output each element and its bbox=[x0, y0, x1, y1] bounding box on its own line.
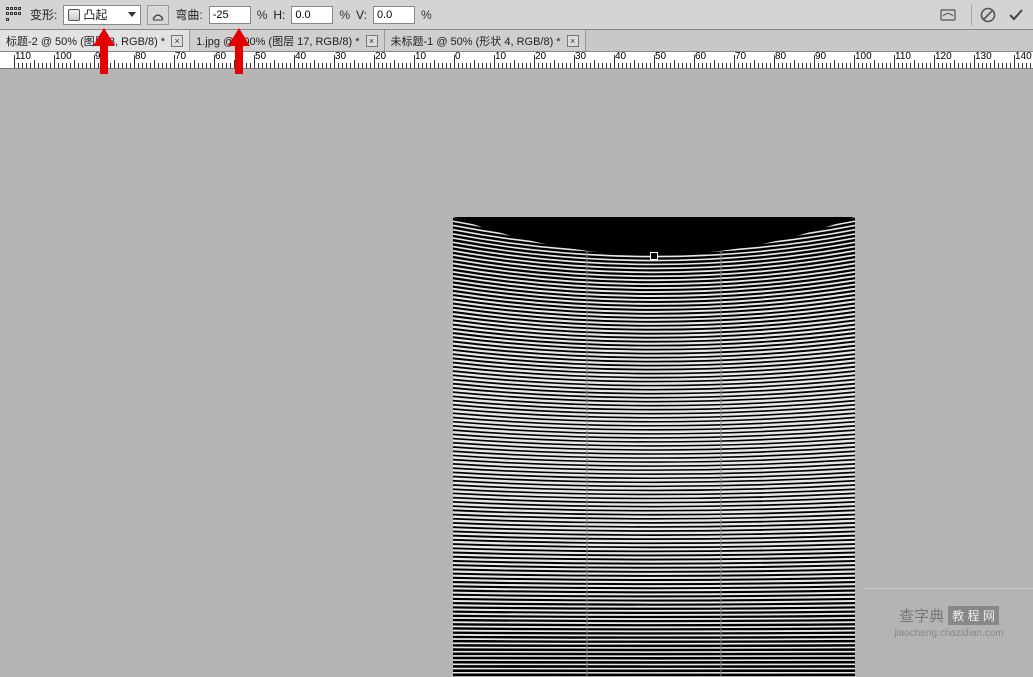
warp-center-handle[interactable] bbox=[650, 252, 658, 260]
bulge-preset-icon bbox=[68, 9, 80, 21]
v-distort-label: V: bbox=[356, 8, 367, 22]
ruler-label: 110 bbox=[895, 52, 911, 62]
tab-close-button[interactable]: × bbox=[171, 35, 183, 47]
ruler-label: 50 bbox=[255, 52, 266, 62]
warp-label: 变形: bbox=[30, 6, 57, 23]
warp-style-value: 凸起 bbox=[83, 6, 107, 23]
document-tab[interactable]: 1.jpg @ 100% (图层 17, RGB/8) * × bbox=[190, 30, 384, 51]
ruler-label: 70 bbox=[175, 52, 186, 62]
h-distort-input[interactable] bbox=[291, 6, 333, 24]
chevron-down-icon bbox=[128, 12, 136, 17]
watermark-main: 查字典 bbox=[899, 605, 944, 626]
warp-style-dropdown[interactable]: 凸起 bbox=[63, 5, 141, 25]
ruler-label: 130 bbox=[975, 52, 992, 62]
canvas-area[interactable] bbox=[0, 69, 1033, 654]
ruler-label: 100 bbox=[55, 52, 72, 62]
commit-transform-button[interactable] bbox=[1003, 4, 1029, 26]
ruler-label: 90 bbox=[95, 52, 106, 62]
ruler-label: 20 bbox=[535, 52, 546, 62]
toggle-freeform-button[interactable] bbox=[935, 4, 961, 26]
ruler-label: 120 bbox=[935, 52, 952, 62]
ruler-label: 40 bbox=[615, 52, 626, 62]
ruler-label: 110 bbox=[15, 52, 31, 62]
tab-close-button[interactable]: × bbox=[366, 35, 378, 47]
document-tab[interactable]: 标题-2 @ 50% (图层 3, RGB/8) * × bbox=[0, 30, 190, 51]
ruler-label: 90 bbox=[815, 52, 826, 62]
bend-label: 弯曲: bbox=[175, 6, 202, 23]
h-distort-label: H: bbox=[273, 8, 285, 22]
v-distort-input[interactable] bbox=[373, 6, 415, 24]
warp-orientation-button[interactable] bbox=[147, 5, 169, 25]
tab-close-button[interactable]: × bbox=[567, 35, 579, 47]
ruler-label: 80 bbox=[775, 52, 786, 62]
cancel-transform-button[interactable] bbox=[971, 4, 997, 26]
bend-pct: % bbox=[257, 8, 268, 22]
watermark: 查字典 教 程 网 jiaocheng.chazidian.com bbox=[865, 588, 1033, 654]
ruler-label: 20 bbox=[375, 52, 386, 62]
horizontal-ruler[interactable]: 1101009080706050403020100102030405060708… bbox=[0, 52, 1033, 69]
warp-pattern bbox=[453, 217, 855, 677]
warped-layer[interactable] bbox=[453, 217, 855, 677]
ruler-label: 70 bbox=[735, 52, 746, 62]
warp-mesh-icon[interactable] bbox=[4, 5, 24, 25]
ruler-label: 60 bbox=[695, 52, 706, 62]
ruler-label: 40 bbox=[295, 52, 306, 62]
bend-input[interactable] bbox=[209, 6, 251, 24]
ruler-label: 140 bbox=[1015, 52, 1032, 62]
v-pct: % bbox=[421, 8, 432, 22]
ruler-label: 30 bbox=[575, 52, 586, 62]
ruler-label: 0 bbox=[455, 52, 461, 62]
ruler-label: 60 bbox=[215, 52, 226, 62]
tab-label: 1.jpg @ 100% (图层 17, RGB/8) * bbox=[196, 33, 359, 49]
document-tabs-bar: 标题-2 @ 50% (图层 3, RGB/8) * × 1.jpg @ 100… bbox=[0, 30, 1033, 52]
ruler-label: 10 bbox=[495, 52, 506, 62]
document-tab[interactable]: 未标题-1 @ 50% (形状 4, RGB/8) * × bbox=[385, 30, 586, 51]
tab-label: 标题-2 @ 50% (图层 3, RGB/8) * bbox=[6, 33, 165, 49]
h-pct: % bbox=[339, 8, 350, 22]
warp-options-bar: 变形: 凸起 弯曲: % H: % V: % bbox=[0, 0, 1033, 30]
watermark-badge: 教 程 网 bbox=[948, 606, 999, 625]
ruler-label: 30 bbox=[335, 52, 346, 62]
tab-label: 未标题-1 @ 50% (形状 4, RGB/8) * bbox=[391, 33, 561, 49]
watermark-sub: jiaocheng.chazidian.com bbox=[894, 628, 1004, 639]
ruler-label: 50 bbox=[655, 52, 666, 62]
ruler-label: 10 bbox=[415, 52, 426, 62]
ruler-label: 80 bbox=[135, 52, 146, 62]
ruler-label: 100 bbox=[855, 52, 872, 62]
